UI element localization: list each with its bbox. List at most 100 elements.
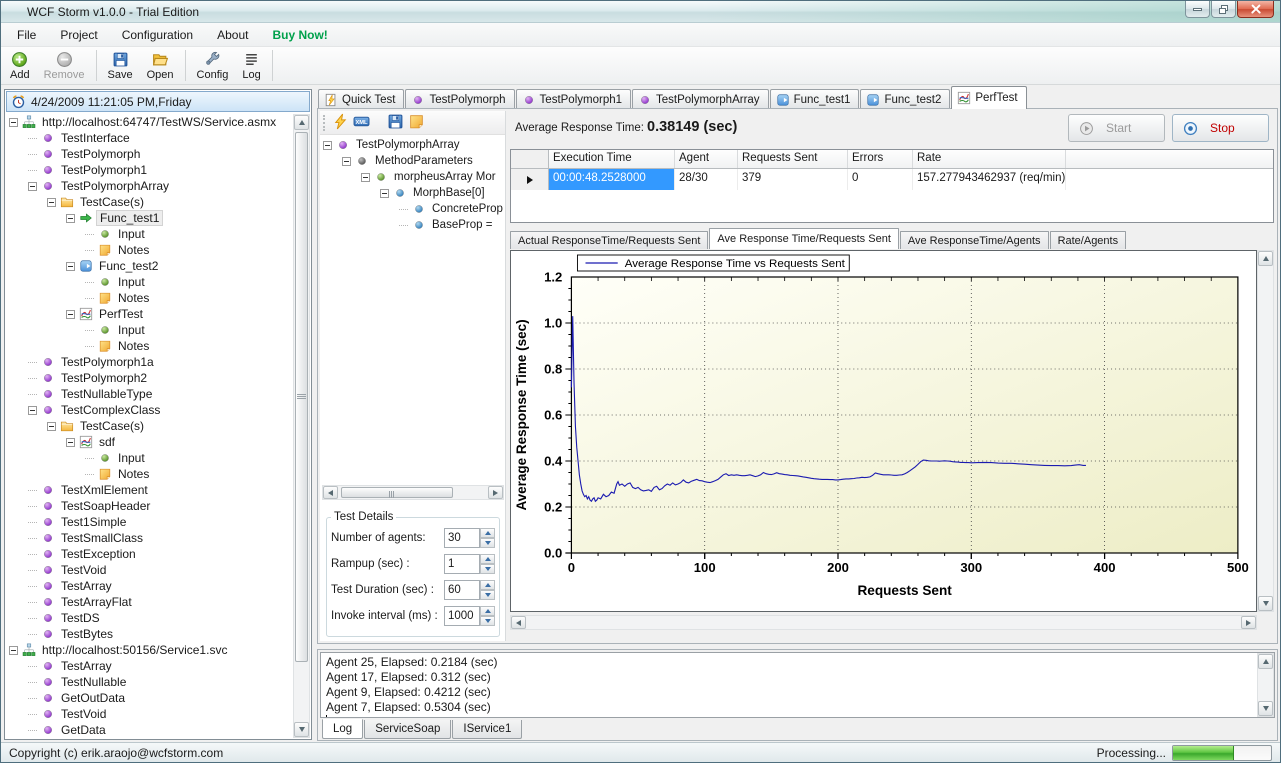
tree-item-testcase-s[interactable]: TestCase(s) <box>6 418 293 434</box>
stepper-down-button[interactable] <box>480 564 495 574</box>
tree-item-testpolymorpharray[interactable]: TestPolymorphArray <box>6 178 293 194</box>
scroll-down-button[interactable] <box>1258 701 1273 716</box>
log-vscrollbar[interactable] <box>1257 653 1274 717</box>
tree-item-sdf[interactable]: sdf <box>6 434 293 450</box>
parameters-hscrollbar[interactable] <box>322 485 504 500</box>
tree-item-testpolymorph[interactable]: TestPolymorph <box>6 146 293 162</box>
tree-item-func-test1[interactable]: Func_test1 <box>6 210 293 226</box>
grid-column-header-rate[interactable]: Rate <box>913 150 1066 168</box>
stepper-value[interactable]: 1000 <box>444 606 480 626</box>
scroll-right-button[interactable] <box>1241 616 1256 629</box>
tree-item-testds[interactable]: TestDS <box>6 610 293 626</box>
grid-cell-errors[interactable]: 0 <box>848 169 913 190</box>
grid-cell-agent[interactable]: 28/30 <box>675 169 738 190</box>
expand-collapse-toggle[interactable] <box>361 173 370 182</box>
toolbar-button-log[interactable]: Log <box>235 47 267 84</box>
tree-item-notes[interactable]: Notes <box>6 466 293 482</box>
expand-collapse-toggle[interactable] <box>66 214 75 223</box>
tree-item-testxmlelement[interactable]: TestXmlElement <box>6 482 293 498</box>
grid-cell-requests-sent[interactable]: 379 <box>738 169 848 190</box>
numeric-stepper-invoke-interval-ms[interactable]: 1000 <box>444 606 495 626</box>
tree-item-func-test2[interactable]: Func_test2 <box>6 258 293 274</box>
expand-collapse-toggle[interactable] <box>47 422 56 431</box>
menu-item-configuration[interactable]: Configuration <box>110 24 205 46</box>
param-toolbar-button-lightning[interactable] <box>332 113 349 133</box>
tree-item-http-localhost-64747-testws-service-asmx[interactable]: http://localhost:64747/TestWS/Service.as… <box>6 114 293 130</box>
scroll-down-button[interactable] <box>294 722 309 737</box>
param-toolbar-button-notes[interactable] <box>408 113 425 133</box>
tab-testpolymorpharray[interactable]: TestPolymorphArray <box>632 89 769 109</box>
tree-item-notes[interactable]: Notes <box>6 242 293 258</box>
subtab-ave-response-time-requests-sent[interactable]: Ave Response Time/Requests Sent <box>709 228 898 249</box>
close-button[interactable] <box>1237 1 1274 18</box>
tree-item-testcase-s[interactable]: TestCase(s) <box>6 194 293 210</box>
tree-item-input[interactable]: Input <box>6 274 293 290</box>
tree-item-testinterface[interactable]: TestInterface <box>6 130 293 146</box>
param-toolbar-button-xml[interactable]: XML <box>353 113 370 133</box>
tree-item-methodparameters[interactable]: MethodParameters <box>320 153 505 169</box>
toolbar-button-save[interactable]: Save <box>101 47 140 84</box>
tab-func-test1[interactable]: Func_test1 <box>770 89 860 109</box>
tree-item-testsoapheader[interactable]: TestSoapHeader <box>6 498 293 514</box>
grid-column-header-requests-sent[interactable]: Requests Sent <box>738 150 848 168</box>
start-button[interactable]: Start <box>1068 114 1165 142</box>
numeric-stepper-test-duration-sec[interactable]: 60 <box>444 580 495 600</box>
expand-collapse-toggle[interactable] <box>66 262 75 271</box>
grid-column-header-agent[interactable]: Agent <box>675 150 738 168</box>
tree-item-input[interactable]: Input <box>6 450 293 466</box>
tree-item-baseprop[interactable]: BaseProp = <box>320 217 505 233</box>
restore-button[interactable] <box>1211 1 1236 18</box>
log-output[interactable]: Agent 25, Elapsed: 0.2184 (sec)Agent 17,… <box>320 652 1275 718</box>
scrollbar-thumb[interactable] <box>295 132 308 662</box>
stepper-up-button[interactable] <box>480 606 495 616</box>
scroll-up-button[interactable] <box>1258 251 1273 266</box>
expand-collapse-toggle[interactable] <box>323 141 332 150</box>
expand-collapse-toggle[interactable] <box>28 182 37 191</box>
menu-item-project[interactable]: Project <box>48 24 109 46</box>
toolbar-button-open[interactable]: Open <box>140 47 181 84</box>
tab-func-test2[interactable]: Func_test2 <box>860 89 950 109</box>
toolbar-button-add[interactable]: Add <box>3 47 37 84</box>
tree-item-testvoid[interactable]: TestVoid <box>6 562 293 578</box>
tree-item-perftest[interactable]: PerfTest <box>6 306 293 322</box>
tree-item-notes[interactable]: Notes <box>6 290 293 306</box>
tab-testpolymorph1[interactable]: TestPolymorph1 <box>516 89 631 109</box>
expand-collapse-toggle[interactable] <box>380 189 389 198</box>
stepper-value[interactable]: 30 <box>444 528 480 548</box>
tab-quick-test[interactable]: Quick Test <box>318 89 404 109</box>
grid-column-header-execution-time[interactable]: Execution Time <box>549 150 675 168</box>
tree-item-testarray[interactable]: TestArray <box>6 578 293 594</box>
tree-item-testcomplexclass[interactable]: TestComplexClass <box>6 402 293 418</box>
minimize-button[interactable] <box>1185 1 1210 18</box>
tree-item-concreteprop[interactable]: ConcreteProp <box>320 201 505 217</box>
tree-item-testnullable[interactable]: TestNullable <box>6 674 293 690</box>
chart-hscrollbar[interactable] <box>510 615 1257 630</box>
scroll-left-button[interactable] <box>511 616 526 629</box>
tree-item-input[interactable]: Input <box>6 226 293 242</box>
tree-item-getoutdata[interactable]: GetOutData <box>6 690 293 706</box>
tree-item-testarrayflat[interactable]: TestArrayFlat <box>6 594 293 610</box>
expand-collapse-toggle[interactable] <box>47 198 56 207</box>
tree-item-getdata[interactable]: GetData <box>6 722 293 738</box>
expand-collapse-toggle[interactable] <box>9 646 18 655</box>
grid-cell-rate[interactable]: 157.277943462937 (req/min) <box>913 169 1066 190</box>
grid-row[interactable]: 00:00:48.252800028/303790157.27794346293… <box>511 169 1273 190</box>
expand-collapse-toggle[interactable] <box>28 406 37 415</box>
scroll-down-button[interactable] <box>1258 596 1273 611</box>
log-tab-servicesoap[interactable]: ServiceSoap <box>364 720 451 739</box>
subtab-rate-agents[interactable]: Rate/Agents <box>1050 231 1127 249</box>
toolbar-button-config[interactable]: Config <box>190 47 236 84</box>
tree-item-notes[interactable]: Notes <box>6 338 293 354</box>
stepper-down-button[interactable] <box>480 538 495 548</box>
tree-item-input[interactable]: Input <box>6 322 293 338</box>
scroll-left-button[interactable] <box>323 486 338 499</box>
log-tab-iservice1[interactable]: IService1 <box>452 720 522 739</box>
service-tree-scrollbar[interactable] <box>293 114 310 738</box>
tree-item-testbytes[interactable]: TestBytes <box>6 626 293 642</box>
chart-vscrollbar[interactable] <box>1257 250 1274 612</box>
stepper-down-button[interactable] <box>480 616 495 626</box>
tree-item-testvoid[interactable]: TestVoid <box>6 706 293 722</box>
param-toolbar-button-save[interactable] <box>387 113 404 133</box>
expand-collapse-toggle[interactable] <box>66 310 75 319</box>
tab-testpolymorph[interactable]: TestPolymorph <box>405 89 514 109</box>
